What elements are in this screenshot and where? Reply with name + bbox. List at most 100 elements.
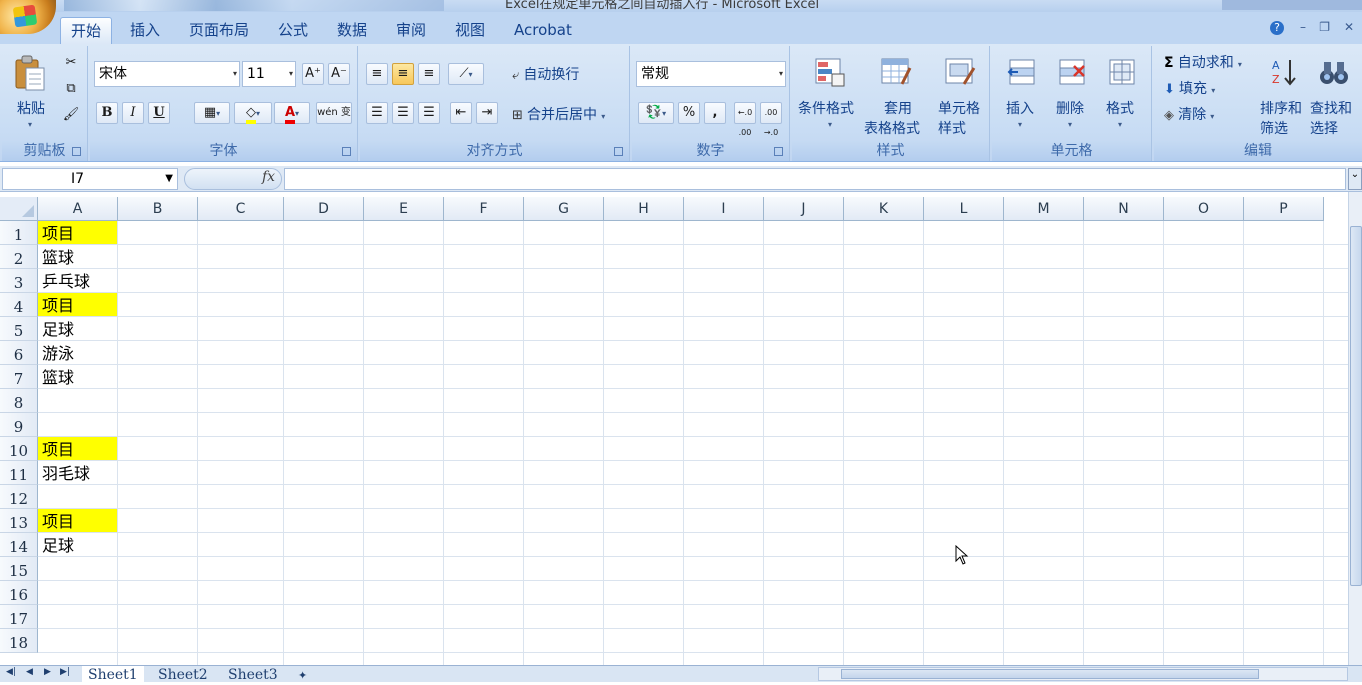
prev-sheet-icon[interactable]: ◀ — [26, 667, 33, 677]
row-header-16[interactable]: 16 — [0, 581, 38, 605]
font-color-button[interactable]: A▾ — [274, 102, 310, 124]
tab-insert[interactable]: 插入 — [120, 17, 170, 44]
cell-a2[interactable]: 篮球 — [38, 245, 117, 268]
increase-indent-icon[interactable]: ⇥ — [476, 102, 498, 124]
quick-access-toolbar[interactable] — [64, 0, 444, 11]
tab-review[interactable]: 审阅 — [386, 17, 436, 44]
row-header-7[interactable]: 7 — [0, 365, 38, 389]
decrease-indent-icon[interactable]: ⇤ — [450, 102, 472, 124]
help-icon[interactable]: ? — [1270, 21, 1284, 35]
row-header-1[interactable]: 1 — [0, 221, 38, 245]
column-header-e[interactable]: E — [364, 197, 444, 221]
row-header-14[interactable]: 14 — [0, 533, 38, 557]
column-header-i[interactable]: I — [684, 197, 764, 221]
align-right-icon[interactable]: ☰ — [418, 102, 440, 124]
align-middle-icon[interactable]: ≡ — [392, 63, 414, 85]
formula-input[interactable] — [284, 168, 1346, 190]
find-select-button[interactable]: 查找和 选择 — [1308, 50, 1360, 137]
sort-filter-button[interactable]: A Z 排序和 筛选 — [1258, 50, 1308, 137]
column-header-k[interactable]: K — [844, 197, 924, 221]
row-header-6[interactable]: 6 — [0, 341, 38, 365]
vertical-scrollbar[interactable] — [1348, 192, 1362, 665]
decrease-decimal-button[interactable]: .00 →.0 — [760, 102, 782, 137]
font-launcher-icon[interactable] — [342, 147, 351, 156]
window-controls[interactable] — [1222, 0, 1362, 10]
column-header-a[interactable]: A — [38, 197, 118, 221]
clear-button[interactable]: ◈ 清除 ▾ — [1164, 104, 1214, 124]
row-header-12[interactable]: 12 — [0, 485, 38, 509]
percent-button[interactable]: % — [678, 102, 700, 124]
align-bottom-icon[interactable]: ≡ — [418, 63, 440, 85]
currency-icon[interactable]: 💱▾ — [638, 102, 674, 124]
column-header-n[interactable]: N — [1084, 197, 1164, 221]
wrap-text-button[interactable]: ⤶ 自动换行 — [512, 64, 579, 84]
cell-a14[interactable]: 足球 — [38, 533, 117, 556]
format-as-table-button[interactable]: 套用 表格格式 — [862, 50, 928, 137]
comma-button[interactable]: , — [704, 102, 726, 124]
row-header-10[interactable]: 10 — [0, 437, 38, 461]
insert-function-icon[interactable]: fx — [262, 169, 275, 185]
column-header-m[interactable]: M — [1004, 197, 1084, 221]
sheet-tab-1[interactable]: Sheet1 — [82, 666, 144, 683]
worksheet-grid[interactable]: ABCDEFGHIJKLMNOP 1 2 3 4 5 6 7 8 9 10 11 12 13 14 15 16… — [0, 197, 1348, 665]
horizontal-scroll-thumb[interactable] — [841, 669, 1259, 679]
row-header-2[interactable]: 2 — [0, 245, 38, 269]
row-header-11[interactable]: 11 — [0, 461, 38, 485]
cell-a1[interactable]: 项目 — [38, 221, 117, 244]
increase-decimal-button[interactable]: ←.0 .00 — [734, 102, 756, 137]
align-center-icon[interactable]: ☰ — [392, 102, 414, 124]
copy-icon[interactable]: ⧉ — [60, 78, 82, 100]
grow-font-button[interactable]: A⁺ — [302, 63, 324, 85]
row-header-15[interactable]: 15 — [0, 557, 38, 581]
number-launcher-icon[interactable] — [774, 147, 783, 156]
shrink-font-button[interactable]: A⁻ — [328, 63, 350, 85]
column-header-l[interactable]: L — [924, 197, 1004, 221]
column-header-g[interactable]: G — [524, 197, 604, 221]
tab-page-layout[interactable]: 页面布局 — [179, 17, 259, 44]
expand-formula-bar-icon[interactable]: ⌄ — [1348, 168, 1362, 190]
next-sheet-icon[interactable]: ▶ — [44, 667, 51, 677]
autosum-button[interactable]: Σ 自动求和 ▾ — [1164, 52, 1242, 72]
cell-styles-button[interactable]: 单元格 样式 — [932, 50, 988, 137]
phonetic-button[interactable]: wén 变 — [316, 102, 352, 124]
cell-a4[interactable]: 项目 — [38, 293, 117, 316]
tab-home[interactable]: 开始 — [60, 17, 113, 44]
insert-cells-button[interactable]: 插入 ▾ — [1000, 50, 1044, 134]
format-cells-button[interactable]: 格式 ▾ — [1100, 50, 1144, 134]
row-header-8[interactable]: 8 — [0, 389, 38, 413]
cell-a7[interactable]: 篮球 — [38, 365, 117, 388]
column-header-f[interactable]: F — [444, 197, 524, 221]
last-sheet-icon[interactable]: ▶| — [60, 667, 70, 677]
conditional-formatting-button[interactable]: 条件格式 ▾ — [796, 50, 860, 134]
first-sheet-icon[interactable]: ◀| — [6, 667, 16, 677]
row-header-17[interactable]: 17 — [0, 605, 38, 629]
delete-cells-button[interactable]: 删除 ▾ — [1050, 50, 1094, 134]
font-size-select[interactable]: 11 ▾ — [242, 61, 296, 87]
ribbon-close-icon[interactable]: ✕ — [1344, 20, 1354, 34]
column-header-c[interactable]: C — [198, 197, 284, 221]
insert-sheet-icon[interactable]: ✦ — [292, 666, 313, 683]
tab-acrobat[interactable]: Acrobat — [504, 17, 582, 44]
cell-a10[interactable]: 项目 — [38, 437, 117, 460]
tab-data[interactable]: 数据 — [327, 17, 377, 44]
column-header-j[interactable]: J — [764, 197, 844, 221]
row-header-3[interactable]: 3 — [0, 269, 38, 293]
select-all-button[interactable] — [0, 197, 38, 221]
alignment-launcher-icon[interactable] — [614, 147, 623, 156]
cell-a13[interactable]: 项目 — [38, 509, 117, 532]
column-header-o[interactable]: O — [1164, 197, 1244, 221]
row-header-13[interactable]: 13 — [0, 509, 38, 533]
borders-button[interactable]: ▦▾ — [194, 102, 230, 124]
tab-formulas[interactable]: 公式 — [268, 17, 318, 44]
underline-button[interactable]: U — [148, 102, 170, 124]
row-header-4[interactable]: 4 — [0, 293, 38, 317]
fill-button[interactable]: ⬇ 填充 ▾ — [1164, 78, 1215, 98]
cell-a11[interactable]: 羽毛球 — [38, 461, 117, 484]
name-box[interactable]: I7 ▼ — [2, 168, 178, 190]
cut-icon[interactable]: ✂ — [60, 52, 82, 74]
column-header-p[interactable]: P — [1244, 197, 1324, 221]
merge-center-button[interactable]: ⊞ 合并后居中 ▾ — [512, 104, 605, 124]
font-name-select[interactable]: 宋体 ▾ — [94, 61, 240, 87]
sheet-tab-2[interactable]: Sheet2 — [152, 666, 214, 683]
row-header-18[interactable]: 18 — [0, 629, 38, 653]
